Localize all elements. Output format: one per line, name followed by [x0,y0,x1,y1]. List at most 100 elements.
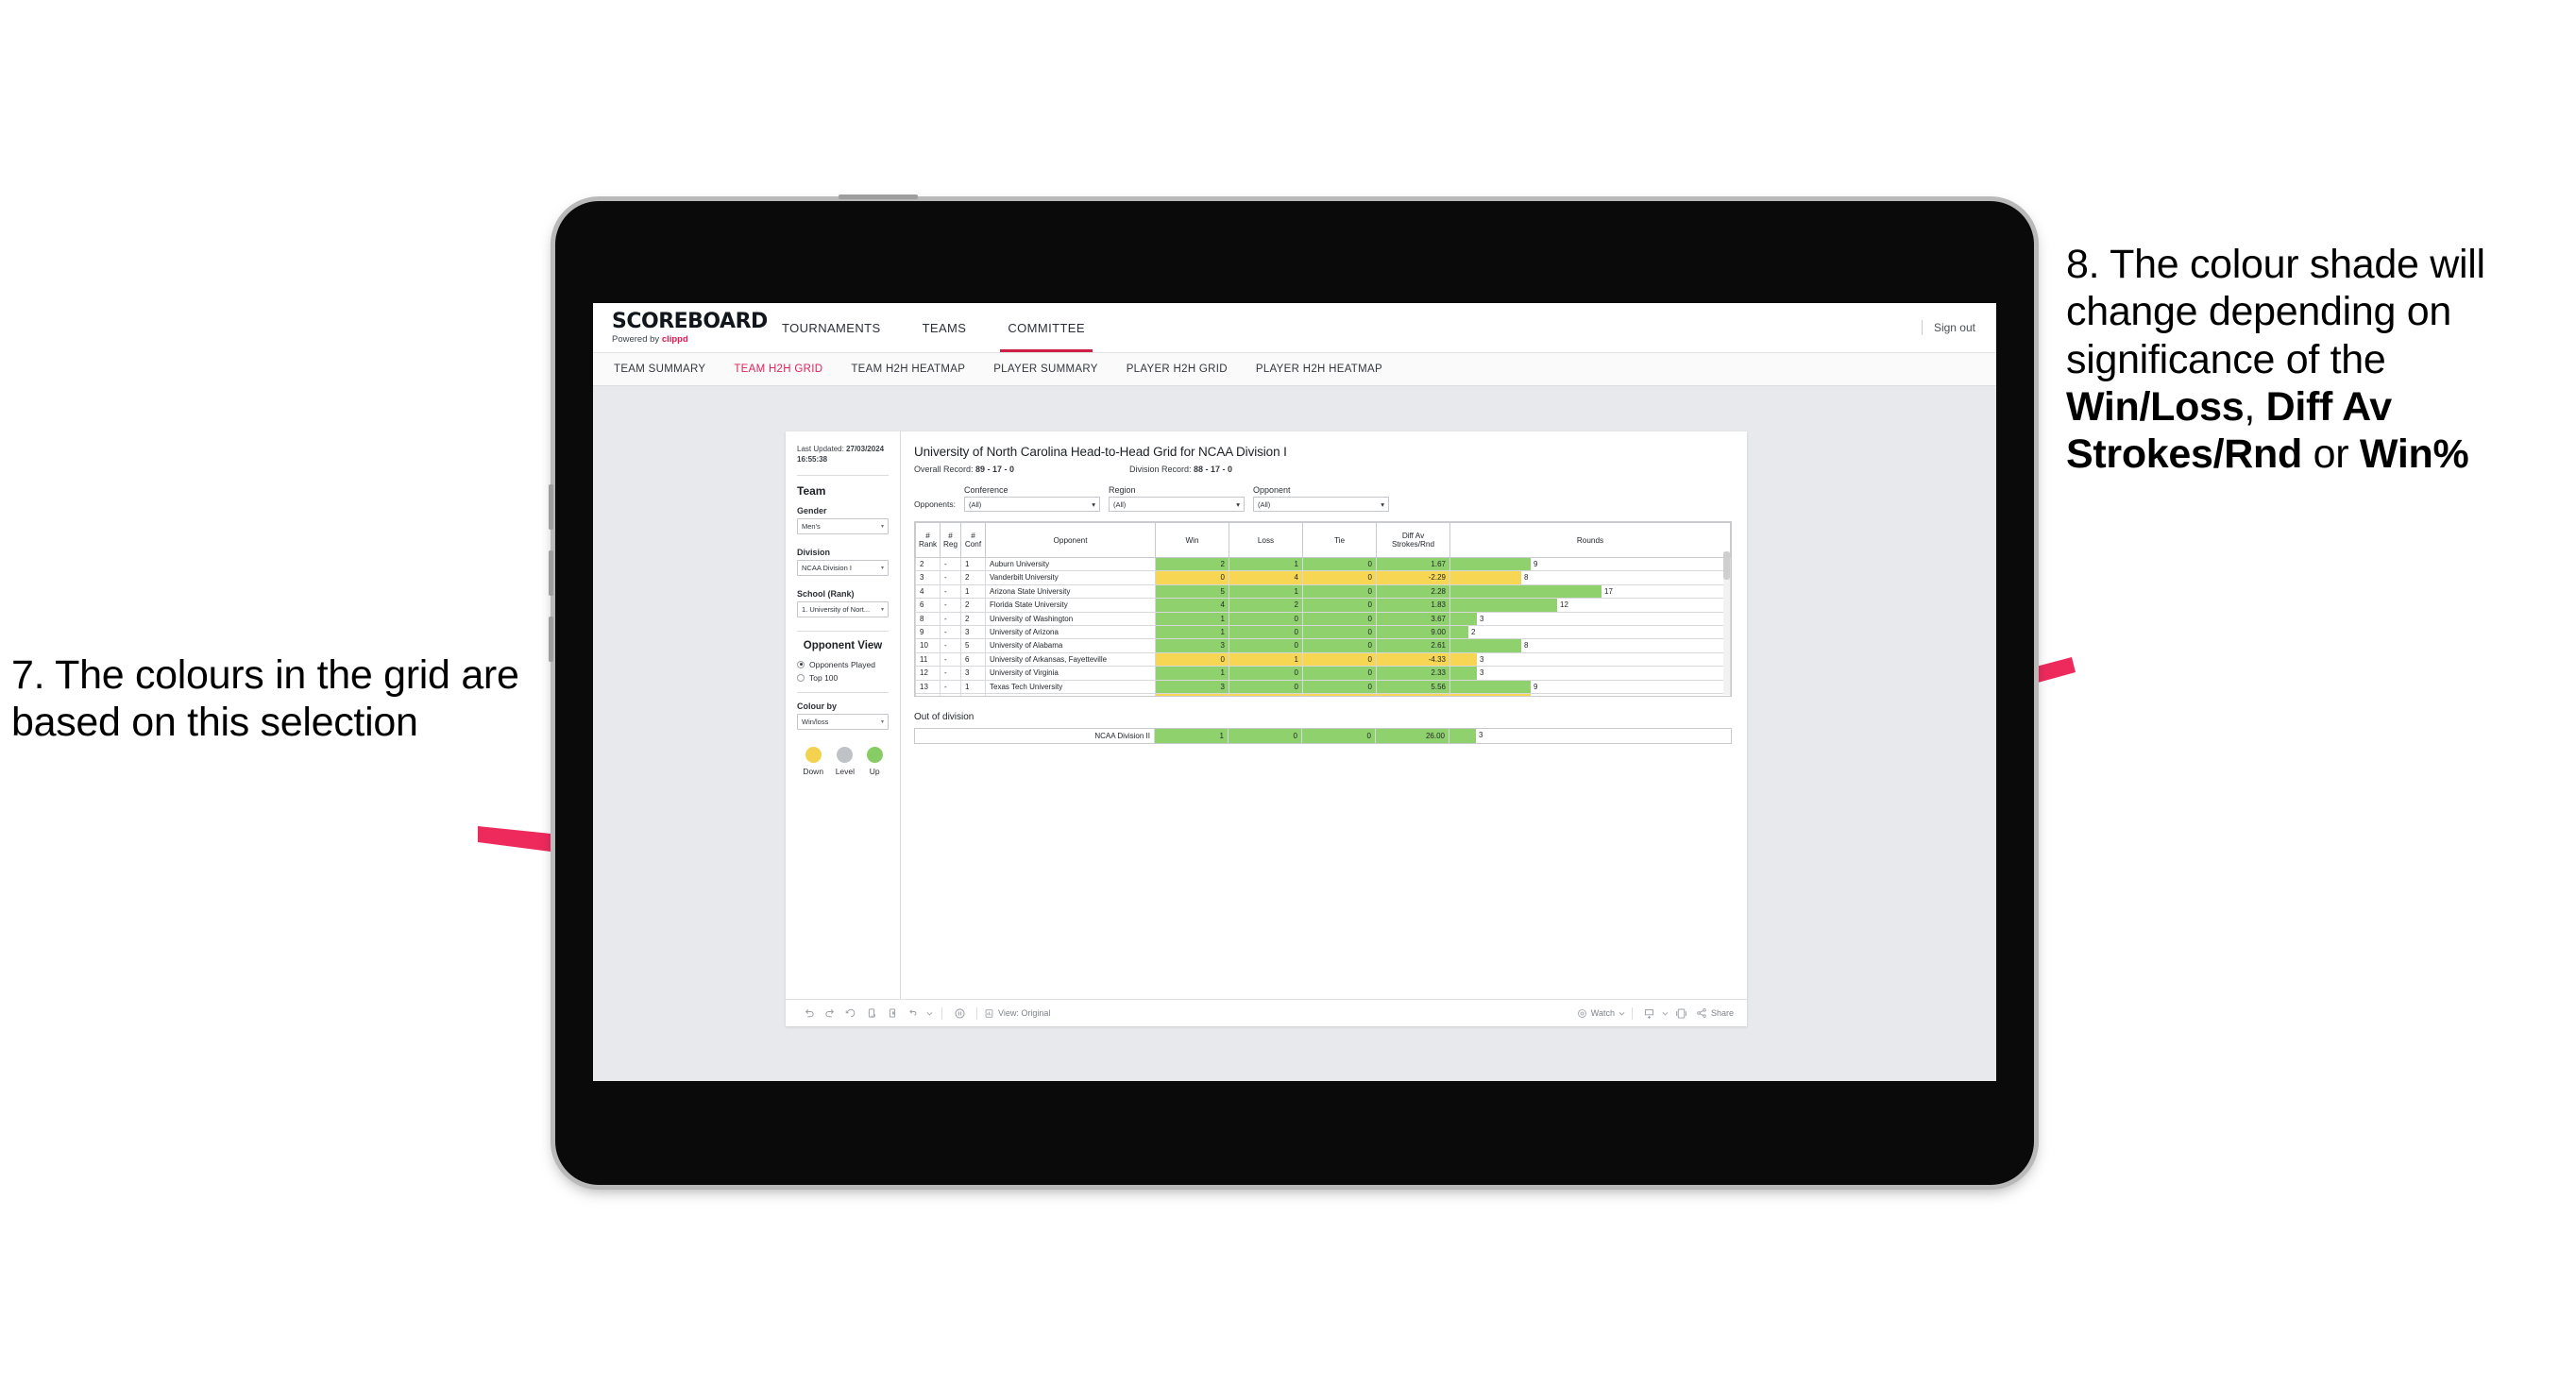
table-row[interactable]: 6-2 Florida State University 4 2 0 1.83 12 [915,598,1731,613]
subnav-team-h2h-heatmap[interactable]: TEAM H2H HEATMAP [851,363,965,375]
th-conf[interactable]: # Conf [960,522,986,558]
table-vertical-scrollbar[interactable] [1723,551,1730,695]
th-rounds[interactable]: Rounds [1449,522,1731,558]
rounds-bar [1450,584,1602,599]
last-updated: Last Updated: 27/03/2024 16:55:38 [797,445,889,465]
table-row[interactable]: 14-2University of Oklahoma120-1.009 [915,693,1731,696]
cell-conf: 2 [960,598,986,613]
share-button[interactable]: Share [1696,1007,1734,1019]
rounds-bar [1450,558,1531,571]
share-label: Share [1710,1008,1734,1018]
download-icon[interactable] [1639,1003,1660,1023]
table-row[interactable]: 2-1 Auburn University 2 1 0 1.67 9 [915,557,1731,572]
school-rank-select[interactable]: 1. University of Nort... ▾ [797,600,889,617]
th-diff[interactable]: Diff Av Strokes/Rnd [1376,522,1450,558]
filter-opponent-select[interactable]: (All) ▾ [1252,497,1389,512]
th-opponent[interactable]: Opponent [985,522,1156,558]
division-select[interactable]: NCAA Division I ▾ [797,559,889,576]
watch-label: Watch [1590,1008,1615,1018]
viz-toolbar: View: Original Watch Share [786,999,1747,1026]
volume-up-button[interactable] [549,484,553,530]
redo-icon[interactable] [820,1003,840,1023]
subnav-player-h2h-heatmap[interactable]: PLAYER H2H HEATMAP [1256,363,1382,375]
th-tie[interactable]: Tie [1302,522,1377,558]
filter-conference-select[interactable]: (All) ▾ [963,497,1100,512]
power-button[interactable] [839,194,918,199]
watch-button[interactable]: Watch [1577,1008,1625,1019]
cell-reg: - [940,612,961,627]
pause-auto-updates-icon[interactable] [882,1003,903,1023]
th-reg[interactable]: # Reg [940,522,961,558]
annotation-8-segment: , [2244,383,2266,430]
cell-tie: 0 [1302,557,1377,572]
volume-down-button[interactable] [549,550,553,596]
cell-reg: - [940,584,961,600]
table-row[interactable]: 3-2 Vanderbilt University 0 4 0 -2.29 8 [915,570,1731,585]
chevron-down-icon: ▾ [880,523,884,530]
table-row[interactable]: 9-3 University of Arizona 1 0 0 9.00 2 [915,625,1731,640]
filter-region-select[interactable]: (All) ▾ [1108,497,1245,512]
cell-opponent: University of Oklahoma [985,693,1156,696]
last-updated-time: 16:55:38 [797,454,828,464]
mute-button[interactable] [549,617,553,662]
view-original-button[interactable]: View: Original [984,1008,1050,1019]
undo-icon[interactable] [799,1003,820,1023]
cell-diff: 2.61 [1376,638,1450,653]
legend-label-down: Down [803,766,824,776]
logo-brand-clippd: clippd [661,333,688,345]
cell-diff: 5.56 [1376,680,1450,695]
custom-view-chevron-icon[interactable] [924,1003,935,1023]
sign-out-link[interactable]: Sign out [1934,321,1975,334]
colour-by-select[interactable]: Win/loss ▾ [797,713,889,730]
cell-rank: 6 [915,598,941,613]
subnav-team-summary[interactable]: TEAM SUMMARY [614,363,705,375]
cell-opponent: University of Arizona [985,625,1156,640]
chevron-down-icon: ▾ [1381,499,1384,509]
cell-rank: 11 [915,652,941,668]
th-loss[interactable]: Loss [1229,522,1303,558]
scrollbar-thumb[interactable] [1723,551,1730,580]
cell-loss: 1 [1229,584,1303,600]
table-row[interactable]: 4-1 Arizona State University 5 1 0 2.28 17 [915,584,1731,600]
h2h-grid-table-wrapper[interactable]: # Rank # Reg # Conf Opponent Win Loss Tie D… [914,521,1732,697]
out-of-division-title: Out of division [914,712,974,722]
nav-teams[interactable]: TEAMS [902,303,988,352]
download-chevron-icon[interactable] [1660,1003,1671,1023]
nav-committee[interactable]: COMMITTEE [987,303,1106,352]
th-win[interactable]: Win [1155,522,1229,558]
radio-opponents-played[interactable]: Opponents Played [797,660,889,669]
cell-rank: 12 [915,666,941,681]
main-nav: TOURNAMENTS TEAMS COMMITTEE [761,303,1106,352]
custom-view-icon[interactable] [903,1003,924,1023]
revert-icon[interactable] [840,1003,861,1023]
table-row[interactable]: 13-1 Texas Tech University 3 0 0 5.56 9 [915,680,1731,695]
cell-rank: 10 [915,638,941,653]
cell-loss: 2 [1229,693,1303,696]
rounds-bar [1450,599,1557,612]
dashboard-main: University of North Carolina Head-to-Hea… [901,431,1747,999]
rounds-bar [1450,680,1531,694]
cell-rank: 8 [915,612,941,627]
divider [797,691,889,693]
subnav-player-summary[interactable]: PLAYER SUMMARY [993,363,1098,375]
th-rank[interactable]: # Rank [915,522,941,558]
colour-by-value: Win/loss [802,717,829,726]
scoreboard-logo[interactable]: SCOREBOARD Powered by clippd [593,311,768,345]
table-row[interactable]: 12-3 University of Virginia 1 0 0 2.33 3 [915,666,1731,681]
refresh-data-icon[interactable] [861,1003,882,1023]
radio-top-100[interactable]: Top 100 [797,673,889,683]
table-row[interactable]: 11-6 University of Arkansas, Fayetteville… [915,652,1731,668]
colour-legend: Down Level Up [797,746,889,776]
cell-diff: -1.00 [1376,693,1450,696]
table-row[interactable]: 8-2 University of Washington 1 0 0 3.67 3 [915,612,1731,627]
subnav-team-h2h-grid[interactable]: TEAM H2H GRID [734,363,822,375]
nav-tournaments[interactable]: TOURNAMENTS [761,303,902,352]
division-record-value: 88 - 17 - 0 [1194,465,1233,474]
cell-loss: 1 [1229,557,1303,572]
gender-select[interactable]: Men's ▾ [797,517,889,534]
table-row[interactable]: 10-5 University of Alabama 3 0 0 2.61 8 [915,638,1731,653]
subnav-player-h2h-grid[interactable]: PLAYER H2H GRID [1127,363,1228,375]
cell-reg: - [940,598,961,613]
device-layout-icon[interactable] [1671,1003,1692,1023]
pause-icon[interactable] [949,1003,970,1023]
